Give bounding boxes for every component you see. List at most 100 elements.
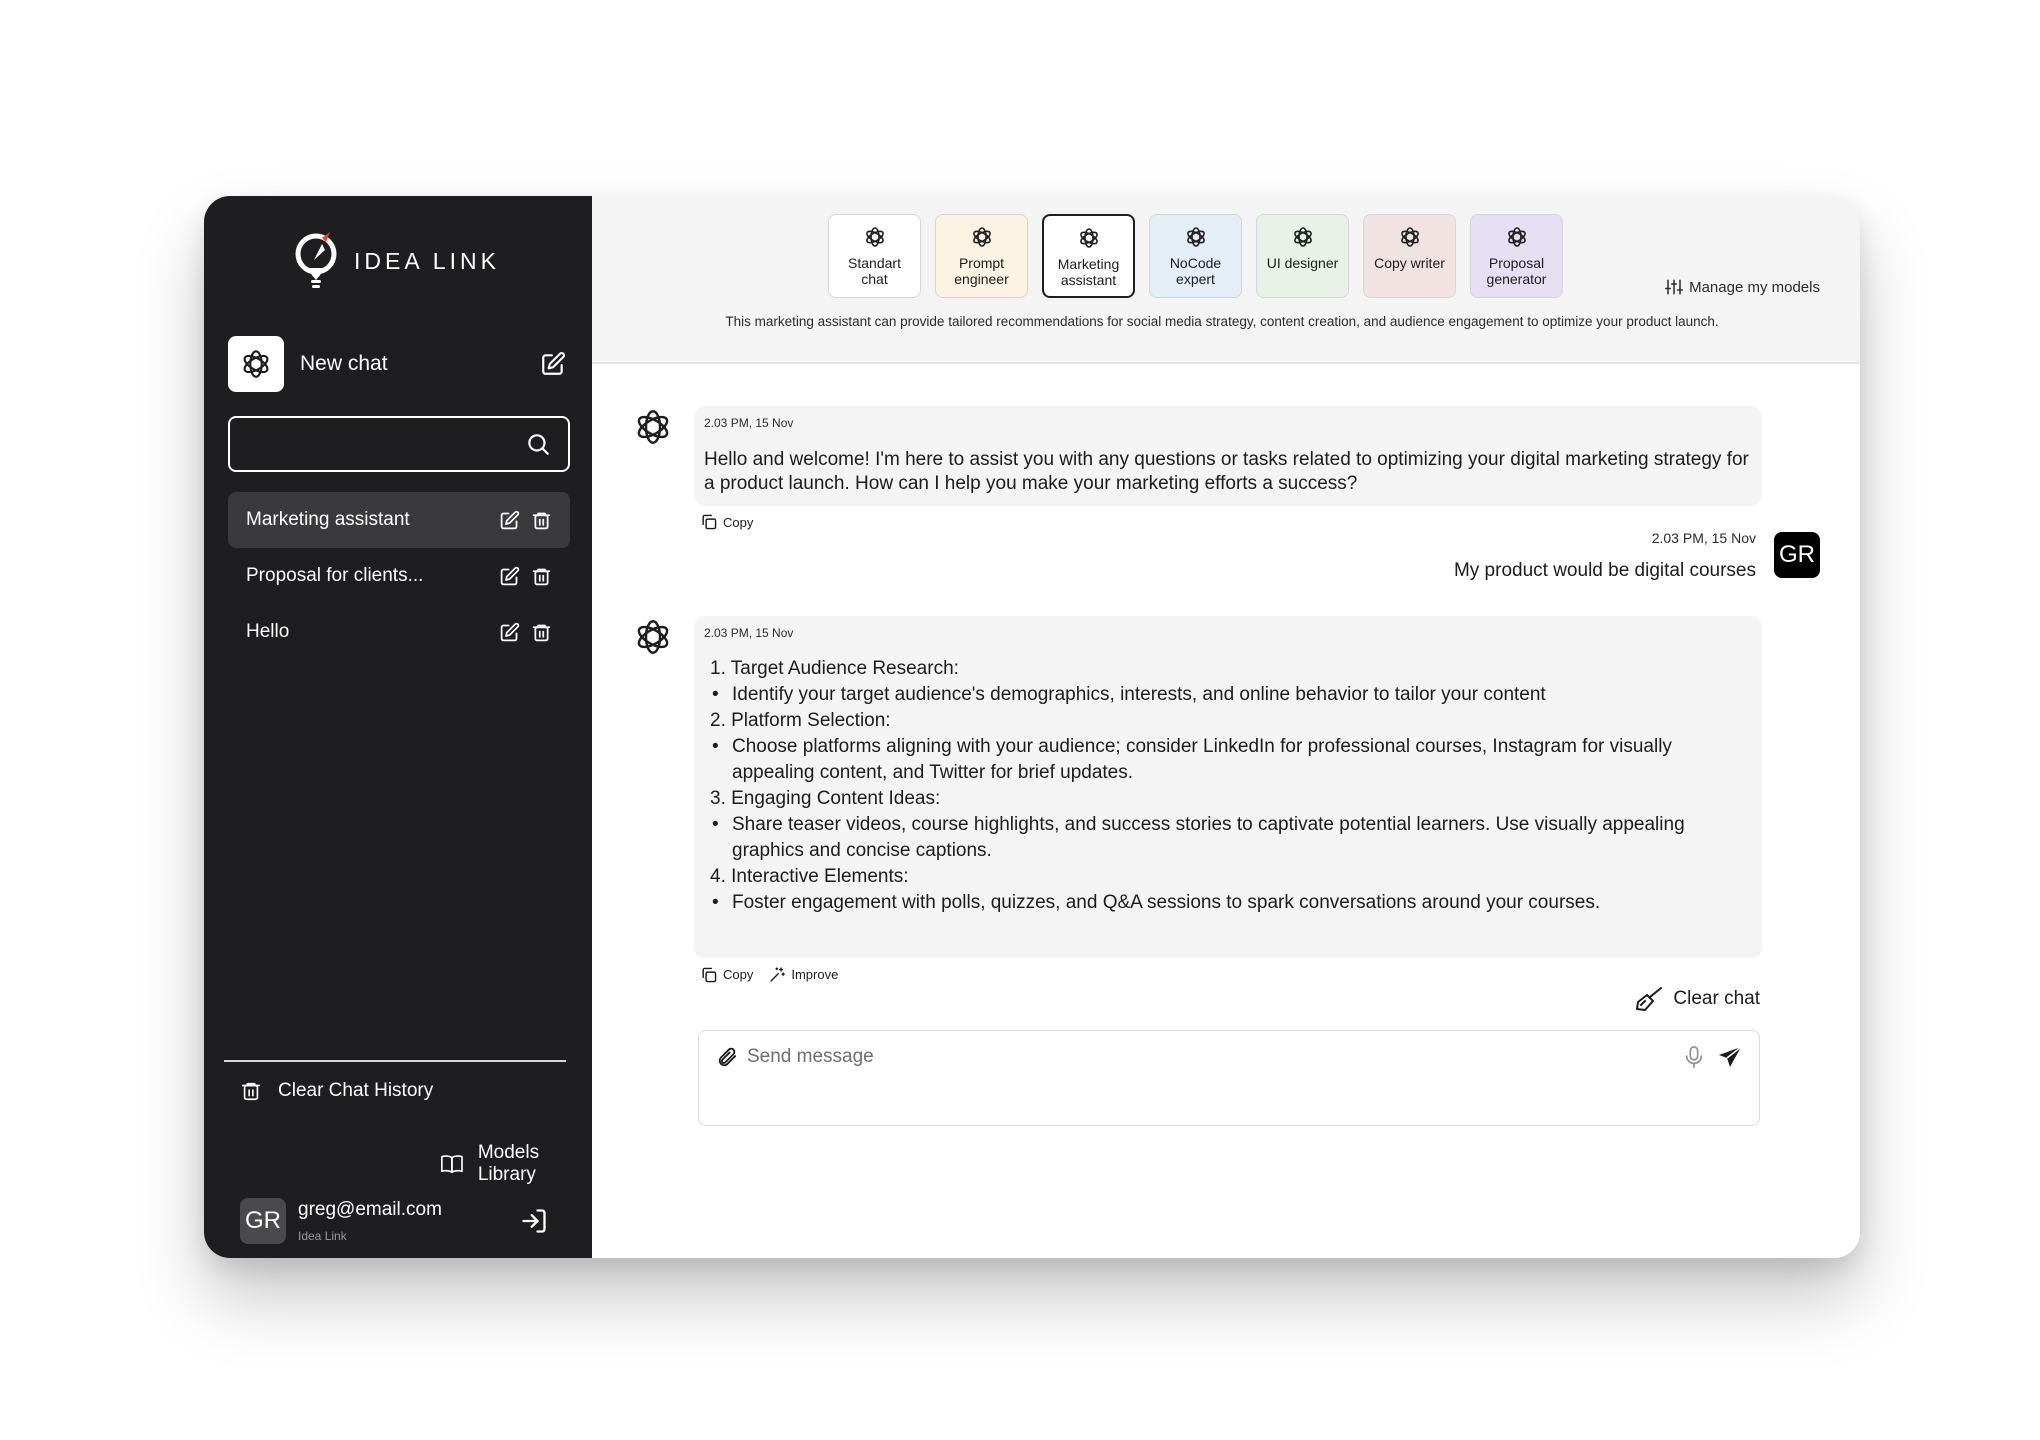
openai-icon bbox=[637, 620, 669, 654]
trash-icon bbox=[241, 1082, 261, 1101]
chat-history-list: Marketing assistant Proposal for clients… bbox=[228, 492, 570, 660]
model-card[interactable]: NoCode expert bbox=[1149, 214, 1242, 298]
model-card-label-line: NoCode bbox=[1169, 255, 1222, 271]
user-email: greg@email.com bbox=[298, 1199, 442, 1220]
openai-icon bbox=[1507, 227, 1526, 247]
model-card-label-line: Prompt bbox=[958, 255, 1005, 271]
trash-icon[interactable] bbox=[530, 509, 552, 531]
search-icon[interactable] bbox=[524, 430, 552, 458]
assistant-avatar bbox=[630, 404, 676, 450]
new-chat-model-icon bbox=[228, 336, 284, 392]
model-card-label-line: UI designer bbox=[1266, 255, 1339, 271]
openai-icon bbox=[972, 227, 991, 247]
improve-button[interactable]: Improve bbox=[769, 966, 838, 983]
model-card-label-line: Copy writer bbox=[1374, 255, 1445, 271]
history-item-label: Marketing assistant bbox=[246, 509, 410, 530]
message-actions: Copy bbox=[700, 514, 753, 530]
model-card[interactable]: Standart chat bbox=[828, 214, 921, 298]
model-selector-bar: Standart chat Prompt engineer Marketing assis… bbox=[592, 196, 1860, 364]
broom-icon bbox=[1636, 987, 1663, 1011]
send-icon[interactable] bbox=[1717, 1045, 1743, 1069]
copy-label: Copy bbox=[723, 967, 754, 982]
openai-icon bbox=[1293, 227, 1312, 247]
models-library-label: Models Library bbox=[477, 1142, 540, 1185]
assistant-message: 2.03 PM, 15 Nov Hello and welcome! I'm h… bbox=[694, 406, 1762, 506]
sliders-icon bbox=[1665, 279, 1684, 295]
lightbulb-logo-icon bbox=[295, 232, 337, 288]
message-text: My product would be digital courses bbox=[1453, 560, 1756, 581]
list-item: Share teaser videos, course highlights, … bbox=[704, 812, 1752, 864]
openai-icon bbox=[1079, 228, 1098, 248]
clear-chat-button[interactable]: Clear chat bbox=[1635, 986, 1760, 1012]
trash-icon[interactable] bbox=[530, 621, 552, 643]
message-input[interactable] bbox=[747, 1043, 1647, 1071]
chat-main: Standart chat Prompt engineer Marketing assis… bbox=[592, 196, 1860, 1258]
list-item: 1. Target Audience Research: bbox=[710, 658, 959, 679]
improve-label: Improve bbox=[791, 967, 839, 982]
app-window: IDEA LINK New chat Marketing assistant P… bbox=[204, 196, 1860, 1258]
model-card-label: Standart chat bbox=[848, 255, 901, 287]
edit-icon[interactable] bbox=[498, 565, 520, 587]
model-card-label-line: engineer bbox=[954, 271, 1009, 287]
model-card-label-line: Standart bbox=[848, 255, 901, 271]
clear-chat-history-button[interactable]: Clear Chat History bbox=[240, 1080, 433, 1102]
history-item[interactable]: Marketing assistant bbox=[228, 492, 570, 548]
model-card[interactable]: Prompt engineer bbox=[935, 214, 1028, 298]
assistant-message: 2.03 PM, 15 Nov 1. Target Audience Resea… bbox=[694, 616, 1762, 958]
model-card-label-line: Proposal bbox=[1488, 255, 1545, 271]
microphone-icon[interactable] bbox=[1683, 1045, 1705, 1069]
model-card[interactable]: UI designer bbox=[1256, 214, 1349, 298]
new-chat-compose-icon[interactable] bbox=[538, 349, 568, 379]
copy-icon bbox=[702, 514, 717, 530]
message-text: Hello and welcome! I'm here to assist yo… bbox=[704, 449, 1749, 494]
message-actions: Copy Improve bbox=[700, 966, 838, 983]
trash-icon[interactable] bbox=[530, 565, 552, 587]
manage-models-label: Manage my models bbox=[1689, 278, 1820, 296]
history-item[interactable]: Hello bbox=[228, 604, 570, 660]
list-item: 2. Platform Selection: bbox=[710, 710, 891, 731]
logout-icon[interactable] bbox=[518, 1205, 550, 1237]
model-card[interactable]: Copy writer bbox=[1363, 214, 1456, 298]
message-list: 1. Target Audience Research: Identify yo… bbox=[704, 656, 1752, 916]
manage-models-button[interactable]: Manage my models bbox=[1665, 278, 1820, 296]
model-card-label: Copy writer bbox=[1374, 255, 1445, 271]
copy-label: Copy bbox=[723, 514, 754, 530]
message-timestamp: 2.03 PM, 15 Nov bbox=[704, 626, 794, 640]
sparkle-wand-icon bbox=[770, 967, 786, 982]
list-item: 3. Engaging Content Ideas: bbox=[710, 788, 941, 809]
new-chat-row[interactable]: New chat bbox=[228, 336, 568, 392]
clear-chat-label: Clear chat bbox=[1673, 988, 1760, 1009]
sidebar: IDEA LINK New chat Marketing assistant P… bbox=[204, 196, 592, 1258]
list-item: Identify your target audience's demograp… bbox=[704, 682, 1752, 708]
message-timestamp: 2.03 PM, 15 Nov bbox=[1651, 530, 1756, 546]
model-card-label-line: chat bbox=[861, 271, 888, 287]
edit-icon[interactable] bbox=[498, 509, 520, 531]
model-card-label-line: expert bbox=[1176, 271, 1215, 287]
sidebar-divider bbox=[224, 1060, 566, 1062]
list-item: Foster engagement with polls, quizzes, a… bbox=[704, 890, 1752, 916]
model-card-label: Prompt engineer bbox=[954, 255, 1009, 287]
copy-button[interactable]: Copy bbox=[700, 514, 753, 530]
model-card-label-line: generator bbox=[1486, 271, 1547, 287]
model-card[interactable]: Proposal generator bbox=[1470, 214, 1563, 298]
model-card-label: Proposal generator bbox=[1487, 255, 1547, 287]
copy-button[interactable]: Copy bbox=[700, 966, 753, 983]
model-card[interactable]: Marketing assistant bbox=[1042, 214, 1135, 298]
openai-icon bbox=[637, 410, 669, 444]
list-item: 4. Interactive Elements: bbox=[710, 866, 909, 887]
message-timestamp: 2.03 PM, 15 Nov bbox=[704, 416, 794, 430]
assistant-avatar bbox=[630, 614, 676, 660]
paperclip-icon[interactable] bbox=[715, 1045, 739, 1069]
history-item-label: Hello bbox=[246, 621, 290, 642]
history-item[interactable]: Proposal for clients... bbox=[228, 548, 570, 604]
model-description: This marketing assistant can provide tai… bbox=[725, 314, 1719, 329]
user-org: Idea Link bbox=[298, 1229, 347, 1243]
models-library-button[interactable]: Models Library bbox=[440, 1142, 592, 1186]
brand-name: IDEA LINK bbox=[354, 247, 500, 274]
avatar[interactable]: GR bbox=[240, 1198, 286, 1244]
history-item-label: Proposal for clients... bbox=[246, 565, 424, 586]
new-chat-label: New chat bbox=[300, 352, 388, 375]
model-card-label: UI designer bbox=[1267, 255, 1339, 271]
edit-icon[interactable] bbox=[498, 621, 520, 643]
search-input[interactable] bbox=[246, 433, 524, 455]
